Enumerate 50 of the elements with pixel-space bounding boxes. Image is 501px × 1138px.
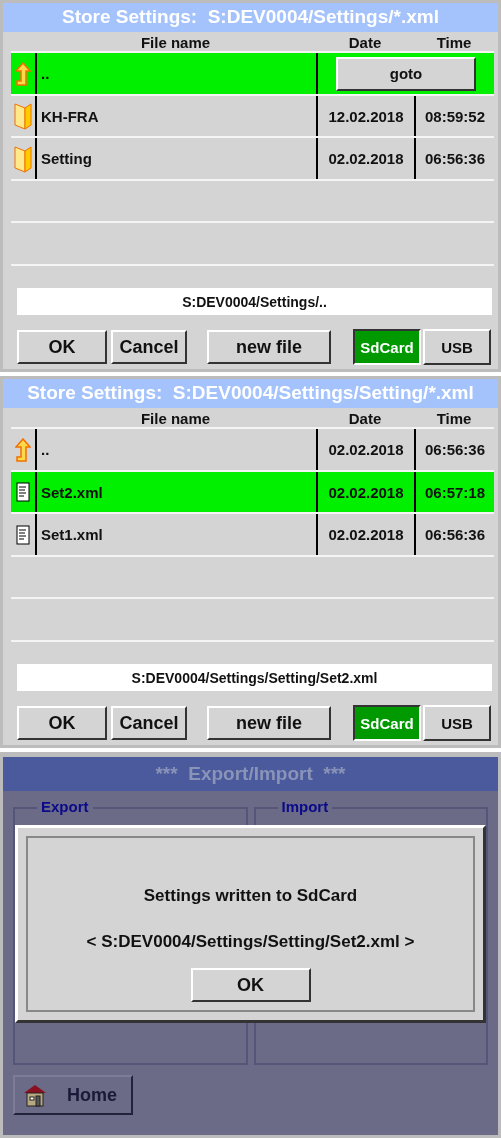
dialog-title: Store Settings: S:DEV0004/Settings/Setting/*.xml bbox=[3, 379, 498, 408]
document-icon bbox=[16, 524, 30, 545]
path-field[interactable]: S:DEV0004/Settings/Setting/Set2.xml bbox=[17, 664, 492, 692]
dialog-button[interactable]: Cancel bbox=[111, 330, 187, 365]
storage-toggle[interactable]: USB bbox=[423, 705, 491, 742]
storage-toggle[interactable]: USB bbox=[423, 329, 491, 366]
up-arrow-icon bbox=[15, 437, 31, 462]
path-field[interactable]: S:DEV0004/Settings/.. bbox=[17, 288, 492, 316]
file-row[interactable]: Set1.xml 02.02.2018 06:56:36 bbox=[11, 512, 494, 555]
ok-button[interactable]: OK bbox=[190, 968, 311, 1002]
column-header: Date bbox=[347, 410, 383, 428]
storage-toggle[interactable]: SdCard bbox=[353, 329, 421, 366]
file-row[interactable]: KH-FRA 12.02.2018 08:59:52 bbox=[11, 93, 494, 137]
dialog-button[interactable]: new file bbox=[207, 330, 331, 365]
folder-icon bbox=[14, 144, 32, 173]
file-time: 08:59:52 bbox=[414, 95, 494, 137]
goto-button[interactable]: goto bbox=[336, 56, 476, 91]
dialog-title: Store Settings: S:DEV0004/Settings/*.xml bbox=[3, 3, 498, 32]
dialog-button[interactable]: new file bbox=[207, 706, 331, 741]
file-date: 02.02.2018 bbox=[316, 514, 414, 555]
column-header: File name bbox=[139, 34, 212, 52]
file-row[interactable]: .. goto bbox=[11, 51, 494, 94]
dialog-button[interactable]: Cancel bbox=[111, 706, 187, 741]
file-date: 12.02.2018 bbox=[316, 95, 414, 137]
dialog-message: Settings written to SdCard bbox=[143, 886, 358, 906]
folder-icon bbox=[14, 102, 32, 131]
file-time: 06:57:18 bbox=[414, 471, 494, 513]
storage-toggle[interactable]: SdCard bbox=[353, 705, 421, 742]
column-header: Time bbox=[435, 410, 473, 428]
file-row[interactable]: Setting 02.02.2018 06:56:36 bbox=[11, 136, 494, 179]
file-date: 02.02.2018 bbox=[316, 471, 414, 513]
column-header: Time bbox=[435, 34, 473, 52]
column-header: Date bbox=[347, 34, 383, 52]
up-arrow-icon bbox=[15, 61, 31, 86]
dialog-path: < S:DEV0004/Settings/Setting/Set2.xml > bbox=[86, 932, 415, 952]
screen-title: *** Export/Import *** bbox=[3, 757, 498, 791]
dialog-button[interactable]: OK bbox=[17, 706, 107, 741]
house-icon bbox=[23, 1083, 47, 1107]
file-name: .. bbox=[35, 53, 316, 94]
file-name: Setting bbox=[35, 138, 316, 179]
file-row[interactable]: Set2.xml 02.02.2018 06:57:18 bbox=[11, 469, 494, 513]
file-name: KH-FRA bbox=[35, 95, 316, 137]
file-name: Set1.xml bbox=[35, 514, 316, 555]
file-time: 06:56:36 bbox=[414, 514, 494, 555]
column-header: File name bbox=[139, 410, 212, 428]
file-date: 02.02.2018 bbox=[316, 138, 414, 179]
dialog-button[interactable]: OK bbox=[17, 330, 107, 365]
file-time: 06:56:36 bbox=[414, 138, 494, 179]
document-icon bbox=[16, 482, 30, 503]
file-name: Set2.xml bbox=[35, 471, 316, 513]
